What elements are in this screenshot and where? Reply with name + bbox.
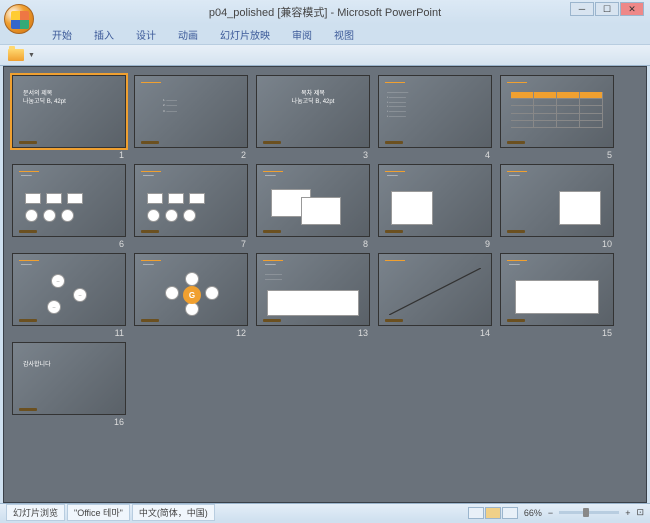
slide-thumbnail-13[interactable]: ─────────────────── — [256, 253, 370, 326]
tab-design[interactable]: 设计 — [126, 25, 166, 44]
slide-number: 14 — [480, 328, 490, 338]
fit-window-button[interactable]: ⊡ — [636, 507, 644, 518]
folder-icon[interactable] — [8, 49, 24, 61]
status-view-mode[interactable]: 幻灯片浏览 — [6, 504, 65, 521]
tab-review[interactable]: 审阅 — [282, 25, 322, 44]
view-normal-button[interactable] — [468, 507, 484, 519]
slide-thumbnail-4[interactable]: ──────────• ────────• ────────• ────────… — [378, 75, 492, 148]
status-theme[interactable]: "Office 테마" — [67, 504, 130, 521]
slide-thumbnail-9[interactable]: ─── — [378, 164, 492, 237]
slide-number: 12 — [236, 328, 246, 338]
zoom-slider[interactable] — [559, 511, 619, 514]
slide-number: 9 — [485, 239, 490, 249]
tab-home[interactable]: 开始 — [42, 25, 82, 44]
slide-number: 13 — [358, 328, 368, 338]
slide-number: 6 — [119, 239, 124, 249]
zoom-in-button[interactable]: + — [625, 508, 630, 518]
slide-thumbnail-7[interactable]: ─── — [134, 164, 248, 237]
slide-thumbnail-3[interactable]: 목차 제목 나눔고딕 B, 42pt — [256, 75, 370, 148]
slide-thumbnail-11[interactable]: ────── — [12, 253, 126, 326]
tab-slideshow[interactable]: 幻灯片放映 — [210, 25, 280, 44]
slide-thumbnail-15[interactable]: ─── — [500, 253, 614, 326]
slide-number: 4 — [485, 150, 490, 160]
tab-animations[interactable]: 动画 — [168, 25, 208, 44]
office-button[interactable] — [4, 4, 34, 34]
tab-insert[interactable]: 插入 — [84, 25, 124, 44]
slide-thumbnail-12[interactable]: ───G — [134, 253, 248, 326]
slide-thumbnail-14[interactable] — [378, 253, 492, 326]
slide-thumbnail-6[interactable]: ─── — [12, 164, 126, 237]
slide-sorter-view: 문서의 제목 나눔고딕 B, 42pt 1 1. ─────2. ─────3. … — [3, 66, 647, 503]
dropdown-arrow-icon[interactable]: ▼ — [28, 52, 35, 59]
maximize-button[interactable]: ☐ — [595, 2, 619, 16]
zoom-out-button[interactable]: − — [548, 508, 553, 518]
view-slideshow-button[interactable] — [502, 507, 518, 519]
statusbar: 幻灯片浏览 "Office 테마" 中文(简体，中国) 66% − + ⊡ — [0, 503, 650, 521]
slide-thumbnail-16[interactable]: 감사합니다 — [12, 342, 126, 415]
window-title: p04_polished [兼容模式] - Microsoft PowerPoi… — [209, 4, 441, 20]
slide-number: 8 — [363, 239, 368, 249]
view-sorter-button[interactable] — [485, 507, 501, 519]
tab-view[interactable]: 视图 — [324, 25, 364, 44]
slide-number: 3 — [363, 150, 368, 160]
slide-number: 1 — [119, 150, 124, 160]
slide-thumbnail-10[interactable]: ─── — [500, 164, 614, 237]
titlebar: p04_polished [兼容模式] - Microsoft PowerPoi… — [0, 0, 650, 24]
slide-thumbnail-2[interactable]: 1. ─────2. ─────3. ───── — [134, 75, 248, 148]
slide-thumbnail-8[interactable]: ─── — [256, 164, 370, 237]
slide-number: 10 — [602, 239, 612, 249]
close-button[interactable]: ✕ — [620, 2, 644, 16]
slide-number: 7 — [241, 239, 246, 249]
ribbon-tabs: 开始 插入 设计 动画 幻灯片放映 审阅 视图 — [0, 24, 650, 44]
slide-number: 16 — [114, 417, 124, 427]
slide-number: 2 — [241, 150, 246, 160]
status-language[interactable]: 中文(简体，中国) — [132, 504, 215, 521]
slide-thumbnail-1[interactable]: 문서의 제목 나눔고딕 B, 42pt — [12, 75, 126, 148]
slide-number: 15 — [602, 328, 612, 338]
slide-number: 11 — [115, 328, 124, 338]
zoom-level: 66% — [524, 508, 542, 518]
quick-toolbar: ▼ — [0, 44, 650, 66]
slide-thumbnail-5[interactable] — [500, 75, 614, 148]
slide-number: 5 — [607, 150, 612, 160]
minimize-button[interactable]: ─ — [570, 2, 594, 16]
